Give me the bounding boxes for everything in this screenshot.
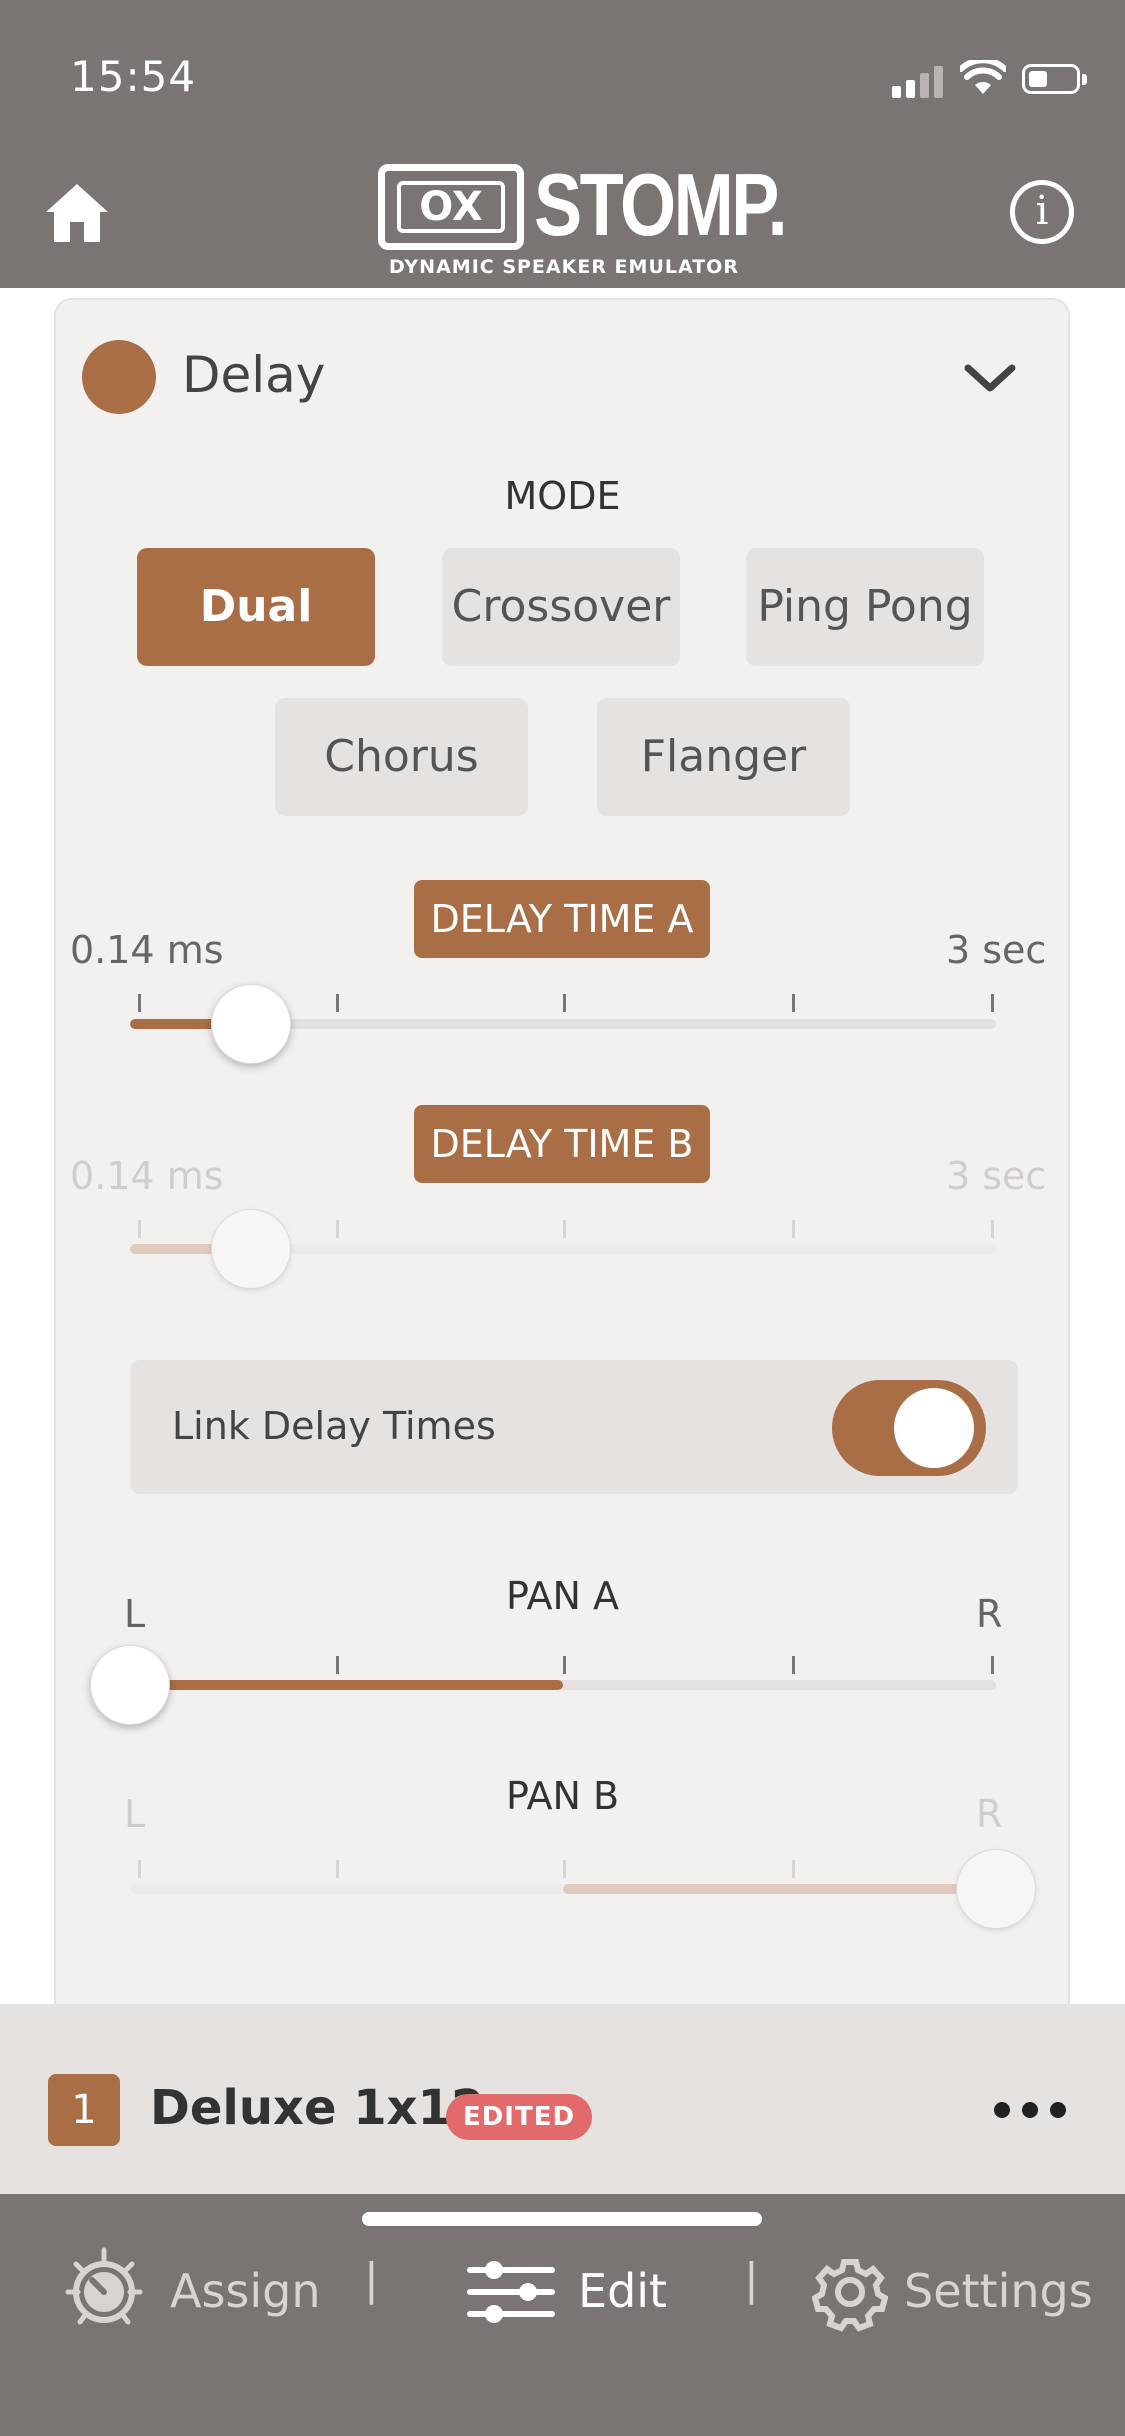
nav-assign[interactable]: Assign: [56, 2244, 321, 2340]
mode-button-flanger[interactable]: Flanger: [597, 698, 850, 816]
nav-assign-label: Assign: [170, 2264, 321, 2318]
delay-time-b-label: DELAY TIME B: [414, 1105, 710, 1183]
cellular-signal-icon: [892, 62, 952, 98]
link-delay-times-row: Link Delay Times: [130, 1360, 1018, 1494]
delay-time-a-min: 0.14 ms: [70, 928, 224, 972]
preset-name: Deluxe 1x12: [150, 2080, 485, 2136]
chevron-down-icon[interactable]: [962, 360, 1018, 396]
delay-time-b-max: 3 sec: [946, 1154, 1047, 1198]
preset-number: 1: [48, 2074, 120, 2146]
mode-button-ping-pong[interactable]: Ping Pong: [746, 548, 984, 666]
delay-time-b-min: 0.14 ms: [70, 1154, 224, 1198]
info-button[interactable]: i: [1010, 180, 1074, 244]
mode-button-dual[interactable]: Dual: [137, 548, 375, 666]
nav-edit[interactable]: Edit: [466, 2244, 686, 2340]
gear-icon: [812, 2259, 888, 2332]
pan-a-right-label: R: [976, 1592, 1003, 1636]
link-delay-times-toggle[interactable]: [832, 1380, 986, 1476]
delay-time-a-thumb[interactable]: [211, 984, 292, 1064]
delay-time-a-max: 3 sec: [946, 928, 1047, 972]
mode-label: MODE: [504, 474, 621, 518]
pan-a-label: PAN A: [506, 1574, 619, 1618]
knob-icon: [65, 2247, 143, 2325]
pan-b-label: PAN B: [505, 1774, 620, 1818]
link-delay-times-label: Link Delay Times: [172, 1404, 496, 1448]
delay-time-b-thumb[interactable]: [211, 1209, 292, 1289]
nav-separator: |: [744, 2254, 759, 2305]
pan-a-left-label: L: [124, 1592, 146, 1636]
ox-stomp-logo: OX STOMP. DYNAMIC SPEAKER EMULATOR: [378, 155, 788, 278]
status-time: 15:54: [70, 52, 197, 101]
nav-edit-label: Edit: [578, 2264, 668, 2318]
section-title: Delay: [182, 346, 326, 404]
home-indicator: [362, 2212, 762, 2226]
pan-b-thumb[interactable]: [956, 1849, 1036, 1929]
sliders-icon: [467, 2261, 555, 2323]
pan-b-left-label: L: [124, 1792, 146, 1836]
edited-badge: EDITED: [446, 2094, 592, 2140]
info-icon: i: [1035, 188, 1049, 234]
more-options-button[interactable]: [990, 2098, 1070, 2122]
nav-settings[interactable]: Settings: [812, 2244, 1102, 2340]
toggle-knob: [894, 1388, 974, 1468]
bottom-nav: Assign | Edit | Settings: [0, 2194, 1125, 2436]
pan-a-thumb[interactable]: [90, 1645, 170, 1725]
section-color-dot: [82, 340, 156, 414]
app-header: 15:54 OX STOMP. DYNAMIC SPEAKER EMULATOR…: [0, 0, 1125, 288]
mode-button-crossover[interactable]: Crossover: [442, 548, 680, 666]
delay-time-a-label: DELAY TIME A: [414, 880, 710, 958]
wifi-icon: [960, 60, 1006, 94]
battery-icon: [1022, 64, 1087, 94]
home-icon[interactable]: [42, 178, 112, 248]
mode-button-chorus[interactable]: Chorus: [275, 698, 528, 816]
pan-b-right-label: R: [976, 1792, 1003, 1836]
preset-bar[interactable]: 1 Deluxe 1x12 EDITED: [0, 2004, 1125, 2194]
nav-settings-label: Settings: [904, 2264, 1093, 2318]
nav-separator: |: [364, 2254, 379, 2305]
